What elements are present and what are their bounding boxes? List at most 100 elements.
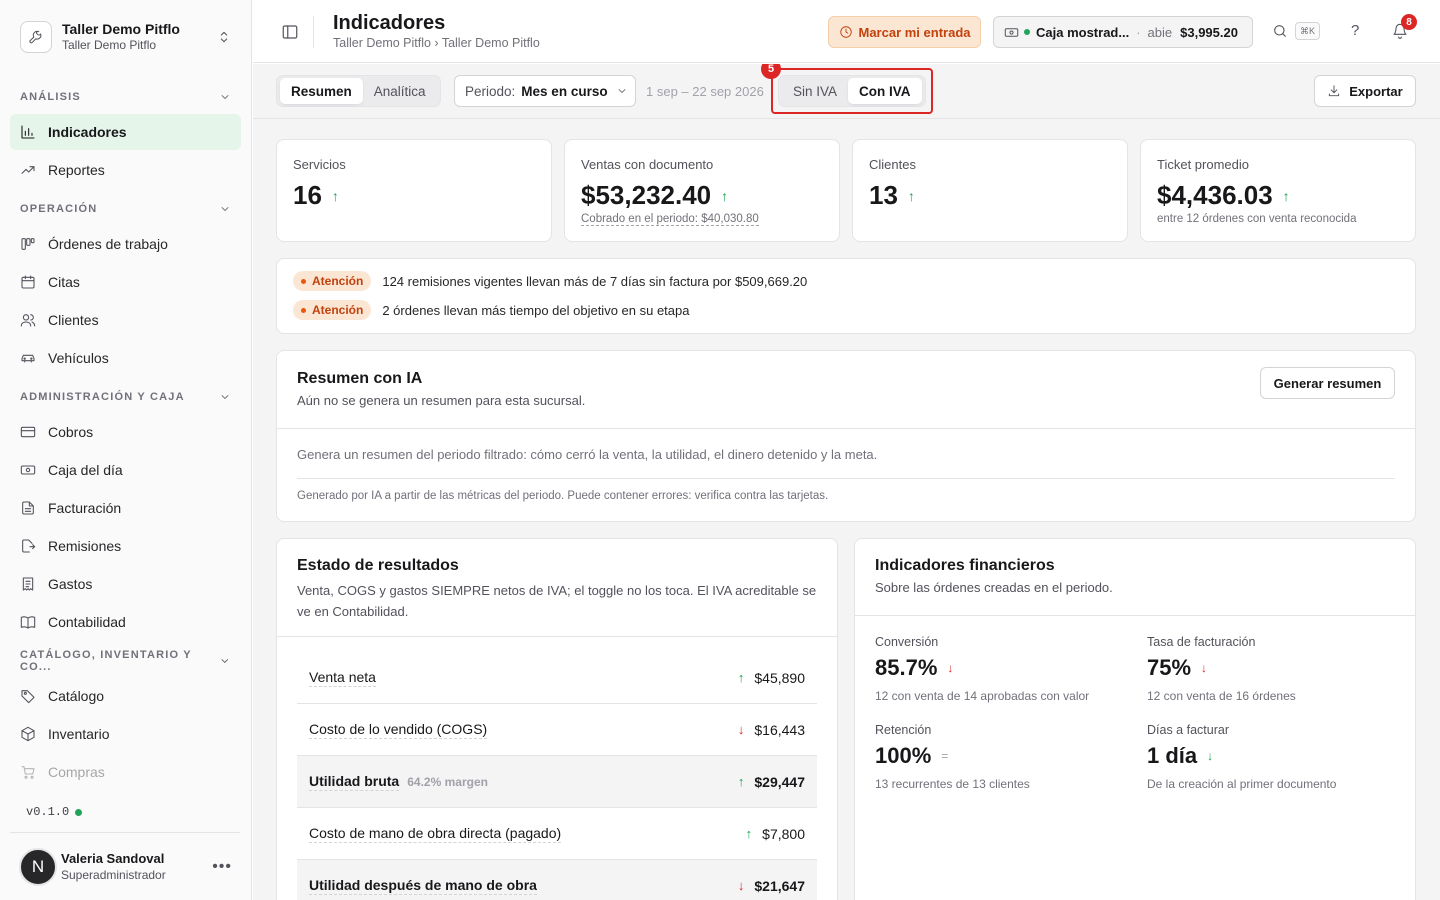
metric-value: 100%: [875, 743, 932, 768]
help-icon[interactable]: ?: [1351, 22, 1359, 39]
cash-register-state: abie: [1147, 24, 1173, 40]
sidebar-item-citas[interactable]: Citas: [10, 264, 241, 300]
metric-label: Conversión: [875, 635, 939, 649]
kpi-value-text: 13: [869, 180, 898, 210]
row-amount: $29,447: [754, 773, 805, 790]
sidebar-section-operacion[interactable]: OPERACIÓN: [10, 194, 241, 224]
download-icon: [1329, 85, 1340, 97]
kpi-value: $4,436.03 ↑: [1157, 180, 1290, 211]
sidebar-section-analisis[interactable]: ANÁLISIS: [10, 82, 241, 112]
main-content: Resumen Analítica Periodo: Mes en curso …: [253, 64, 1440, 900]
divider: [297, 478, 1395, 479]
row-amount: $45,890: [754, 669, 805, 686]
ai-disclaimer: Generado por IA a partir de las métricas…: [297, 490, 829, 502]
export-button[interactable]: Exportar: [1314, 75, 1416, 107]
sidebar-item-ordenes[interactable]: Órdenes de trabajo: [10, 226, 241, 262]
section-label: OPERACIÓN: [20, 203, 98, 215]
filter-toolbar: Resumen Analítica Periodo: Mes en curso …: [253, 64, 1440, 119]
top-header: Indicadores Taller Demo Pitflo › Taller …: [253, 0, 1440, 63]
metric-retention: Retención 100% = 13 recurrentes de 13 cli…: [875, 723, 1030, 791]
sidebar-item-clientes[interactable]: Clientes: [10, 302, 241, 338]
cash-icon: [1004, 27, 1019, 37]
sidebar-item-label: Facturación: [48, 500, 122, 516]
sidebar-item-cobros[interactable]: Cobros: [10, 414, 241, 450]
tab-resumen[interactable]: Resumen: [280, 78, 363, 104]
sidebar-item-caja-del-dia[interactable]: Caja del día: [10, 452, 241, 488]
avatar: N: [19, 847, 57, 886]
receipt-icon: [22, 577, 34, 591]
breadcrumb[interactable]: Taller Demo Pitflo › Taller Demo Pitflo: [333, 36, 540, 50]
notification-count-badge: 8: [1401, 14, 1417, 30]
sidebar-item-label: Compras: [48, 764, 105, 780]
user-menu[interactable]: N Valeria Sandoval Superadministrador ••…: [10, 832, 240, 900]
sidebar-item-gastos[interactable]: Gastos: [10, 566, 241, 602]
org-subtitle: Taller Demo Pitflo: [62, 38, 157, 52]
users-icon: [20, 314, 36, 327]
table-row[interactable]: Costo de lo vendido (COGS) ↓ $16,443: [297, 704, 817, 756]
alert-badge: Atención: [293, 300, 372, 320]
sidebar-item-reportes[interactable]: Reportes: [10, 152, 241, 188]
sidebar-item-inventario[interactable]: Inventario: [10, 716, 241, 752]
section-label: CATÁLOGO, INVENTARIO Y CO...: [20, 649, 192, 673]
status-dot: [75, 808, 83, 816]
mark-entry-button[interactable]: Marcar mi entrada: [828, 16, 981, 48]
metric-detail: 13 recurrentes de 13 clientes: [875, 777, 1030, 791]
table-row[interactable]: Utilidad bruta 64.2% margen ↑ $29,447: [297, 756, 817, 808]
cash-register-name: Caja mostrad...: [1036, 24, 1130, 40]
sidebar-item-vehiculos[interactable]: Vehículos: [10, 340, 241, 376]
file-export-icon: [22, 539, 36, 553]
row-label: Venta neta: [309, 668, 376, 687]
sidebar-section-catalogo[interactable]: CATÁLOGO, INVENTARIO Y CO...: [10, 646, 241, 676]
kpi-subtext[interactable]: Cobrado en el periodo: $40,030.80: [581, 213, 759, 226]
sidebar-item-label: Remisiones: [48, 538, 122, 554]
arrow-down-icon: ↓: [737, 722, 745, 737]
sidebar-item-label: Vehículos: [48, 350, 109, 366]
separator: ·: [1136, 24, 1141, 40]
alert-badge: Atención: [293, 271, 372, 291]
header-divider: [313, 16, 314, 48]
alert-text: 124 remisiones vigentes llevan más de 7 …: [382, 273, 808, 289]
kpi-card-ticket: Ticket promedio $4,436.03 ↑ entre 12 órde…: [1140, 139, 1416, 242]
sidebar-item-compras[interactable]: Compras: [10, 754, 241, 790]
cash-icon: [20, 465, 36, 475]
kpi-value: 13 ↑: [869, 180, 915, 211]
period-select[interactable]: Periodo: Mes en curso: [454, 75, 636, 107]
alert-row[interactable]: Atención 124 remisiones vigentes llevan …: [293, 271, 807, 291]
org-switcher[interactable]: Taller Demo Pitflo Taller Demo Pitflo: [20, 17, 240, 57]
generate-summary-button[interactable]: Generar resumen: [1260, 367, 1395, 399]
cart-icon: [21, 766, 35, 779]
sidebar-toggle-icon[interactable]: [281, 23, 299, 41]
sidebar-item-label: Inventario: [48, 726, 110, 742]
metric-detail: 12 con venta de 16 órdenes: [1147, 689, 1296, 703]
wrench-icon: [20, 21, 52, 53]
sidebar-item-label: Indicadores: [48, 124, 127, 140]
equal-icon: =: [941, 749, 949, 763]
tab-analitica[interactable]: Analítica: [363, 78, 437, 104]
sidebar-item-contabilidad[interactable]: Contabilidad: [10, 604, 241, 640]
chevron-down-icon: [221, 95, 229, 99]
sidebar-item-remisiones[interactable]: Remisiones: [10, 528, 241, 564]
cash-register-selector[interactable]: Caja mostrad... · abie $3,995.20: [993, 16, 1253, 48]
clock-icon: [839, 26, 852, 38]
table-row[interactable]: Costo de mano de obra directa (pagado) ↑…: [297, 808, 817, 860]
sidebar-item-label: Caja del día: [48, 462, 123, 478]
table-row[interactable]: Utilidad después de mano de obra ↓ $21,64…: [297, 860, 817, 900]
divider: [277, 428, 1415, 429]
arrow-up-icon: ↑: [745, 826, 753, 841]
status-dot: [1024, 29, 1030, 35]
section-label: ADMINISTRACIÓN Y CAJA: [20, 391, 185, 403]
sidebar-section-administracion[interactable]: ADMINISTRACIÓN Y CAJA: [10, 382, 241, 412]
sidebar-item-facturacion[interactable]: Facturación: [10, 490, 241, 526]
kanban-icon: [21, 238, 35, 250]
sidebar-item-indicadores[interactable]: Indicadores: [10, 114, 241, 150]
table-row[interactable]: Venta neta ↑ $45,890: [297, 652, 817, 704]
user-role: Superadministrador: [61, 868, 166, 882]
sidebar-item-catalogo[interactable]: Catálogo: [10, 678, 241, 714]
metric-label: Días a facturar: [1147, 723, 1229, 737]
more-icon[interactable]: •••: [212, 858, 232, 876]
search-icon[interactable]: [1272, 23, 1288, 39]
alert-row[interactable]: Atención 2 órdenes llevan más tiempo del…: [293, 300, 689, 320]
row-amount: $7,800: [762, 825, 805, 842]
kpi-value: 16 ↑: [293, 180, 339, 211]
income-statement-title: Estado de resultados: [297, 557, 459, 574]
